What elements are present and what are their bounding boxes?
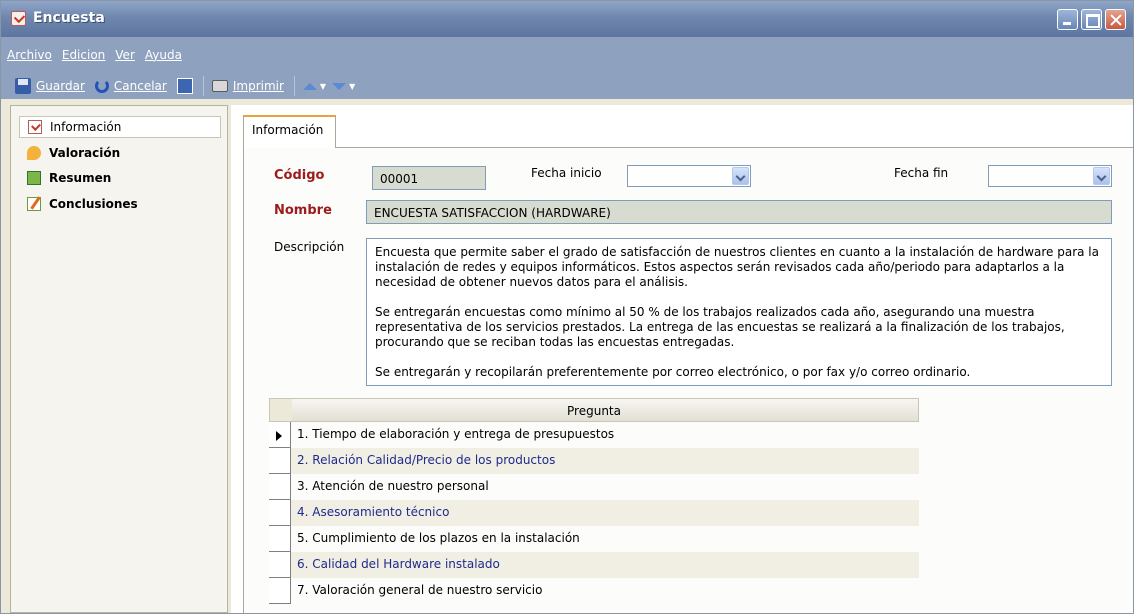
save-icon [15,78,31,94]
undo-icon [94,79,109,93]
fecha-fin-label: Fecha fin [894,166,949,180]
print-button[interactable]: Imprimir [211,79,284,93]
cancel-button[interactable]: Cancelar [94,79,167,93]
cancel-label: Cancelar [113,79,167,93]
menu-ayuda[interactable]: Ayuda [145,48,182,62]
next-dropdown-icon[interactable]: ▼ [349,82,355,91]
table-row[interactable]: 5. Cumplimiento de los plazos en la inst… [269,526,919,552]
table-row[interactable]: 1. Tiempo de elaboración y entrega de pr… [269,422,919,448]
current-row-indicator-icon[interactable] [269,422,291,448]
sidebar-item-conclusiones[interactable]: Conclusiones [19,193,221,215]
codigo-field[interactable]: 00001 [372,166,486,190]
minimize-button[interactable] [1057,9,1078,30]
chevron-down-icon[interactable] [732,167,749,185]
table-row[interactable]: 2. Relación Calidad/Precio de los produc… [269,448,919,474]
save-label: Guardar [36,79,85,93]
descripcion-paragraph: Se entregarán y recopilarán preferenteme… [375,365,971,379]
pregunta-cell[interactable]: 6. Calidad del Hardware instalado [291,552,919,578]
toolbar: Guardar Cancelar Imprimir ▼ ▼ [15,74,361,98]
descripcion-paragraph: Encuesta que permite saber el grado de s… [375,245,1099,289]
tab-informacion[interactable]: Información [243,115,336,148]
table-row[interactable]: 3. Atención de nuestro personal [269,474,919,500]
sidebar-item-label: Valoración [49,146,121,160]
chart-icon [27,171,41,185]
sidebar-item-label: Resumen [49,171,112,185]
descripcion-textarea[interactable]: Encuesta que permite saber el grado de s… [366,238,1112,386]
fecha-fin-select[interactable] [988,165,1112,187]
nombre-label: Nombre [274,203,332,218]
sidebar-item-valoracion[interactable]: Valoración [19,142,221,164]
row-selector[interactable] [269,448,291,474]
window-title: Encuesta [33,10,105,26]
next-record-button[interactable] [332,82,347,90]
close-button[interactable] [1105,9,1126,30]
grid-header: Pregunta [269,398,919,422]
print-label: Imprimir [232,79,284,93]
row-selector-header [270,399,292,421]
sidebar-item-resumen[interactable]: Resumen [19,167,221,189]
previous-record-button[interactable] [302,82,317,90]
descripcion-paragraph: Se entregarán encuestas como mínimo al 5… [375,305,1065,349]
pregunta-cell[interactable]: 4. Asesoramiento técnico [291,500,919,526]
toolbar-separator [202,76,204,96]
maximize-button[interactable] [1081,9,1102,30]
save-button[interactable]: Guardar [15,78,85,94]
sidebar-item-label: Conclusiones [49,197,138,211]
menu-bar: Archivo Edicion Ver Ayuda [7,48,182,62]
chevron-down-icon[interactable] [1093,167,1110,185]
previous-dropdown-icon[interactable]: ▼ [320,82,326,91]
sidebar-item-informacion[interactable]: Información [19,116,221,138]
table-row[interactable]: 6. Calidad del Hardware instalado [269,552,919,578]
tab-panel-informacion: Código 00001 Fecha inicio Fecha fin Nomb… [243,147,1133,613]
table-row[interactable]: 7. Valoración general de nuestro servici… [269,578,919,604]
pregunta-cell[interactable]: 5. Cumplimiento de los plazos en la inst… [291,526,919,552]
pregunta-cell[interactable]: 2. Relación Calidad/Precio de los produc… [291,448,919,474]
table-row[interactable]: 4. Asesoramiento técnico [269,500,919,526]
pregunta-cell[interactable]: 7. Valoración general de nuestro servici… [291,578,919,604]
app-window: Encuesta Archivo Edicion Ver Ayuda Guard… [0,0,1134,614]
save-close-button[interactable] [176,78,193,94]
nombre-field[interactable]: ENCUESTA SATISFACCION (HARDWARE) [366,200,1112,224]
form-check-icon [28,120,42,134]
menu-edicion[interactable]: Edicion [62,48,105,62]
menu-archivo[interactable]: Archivo [7,48,52,62]
sidebar: Información Valoración Resumen Conclusio… [10,105,228,613]
main-content: Código 00001 Fecha inicio Fecha fin Nomb… [231,105,1133,613]
pregunta-cell[interactable]: 3. Atención de nuestro personal [291,474,919,500]
descripcion-label: Descripción [274,240,345,254]
fecha-inicio-label: Fecha inicio [531,166,602,180]
row-selector[interactable] [269,552,291,578]
row-selector[interactable] [269,578,291,604]
toolbar-separator [293,76,295,96]
title-bar: Encuesta [1,1,1133,37]
rating-icon [27,146,41,160]
codigo-label: Código [274,168,325,183]
menu-ver[interactable]: Ver [115,48,135,62]
survey-app-icon [11,11,26,26]
pregunta-cell[interactable]: 1. Tiempo de elaboración y entrega de pr… [291,422,919,448]
arrow-down-icon [332,82,347,90]
printer-icon [211,80,228,92]
row-selector[interactable] [269,474,291,500]
pregunta-column-header[interactable]: Pregunta [567,404,621,418]
row-selector[interactable] [269,526,291,552]
sidebar-item-label: Información [50,120,122,134]
save-close-icon [176,78,193,94]
arrow-up-icon [302,82,317,90]
edit-icon [27,197,41,211]
fecha-inicio-select[interactable] [627,165,751,187]
row-selector[interactable] [269,500,291,526]
